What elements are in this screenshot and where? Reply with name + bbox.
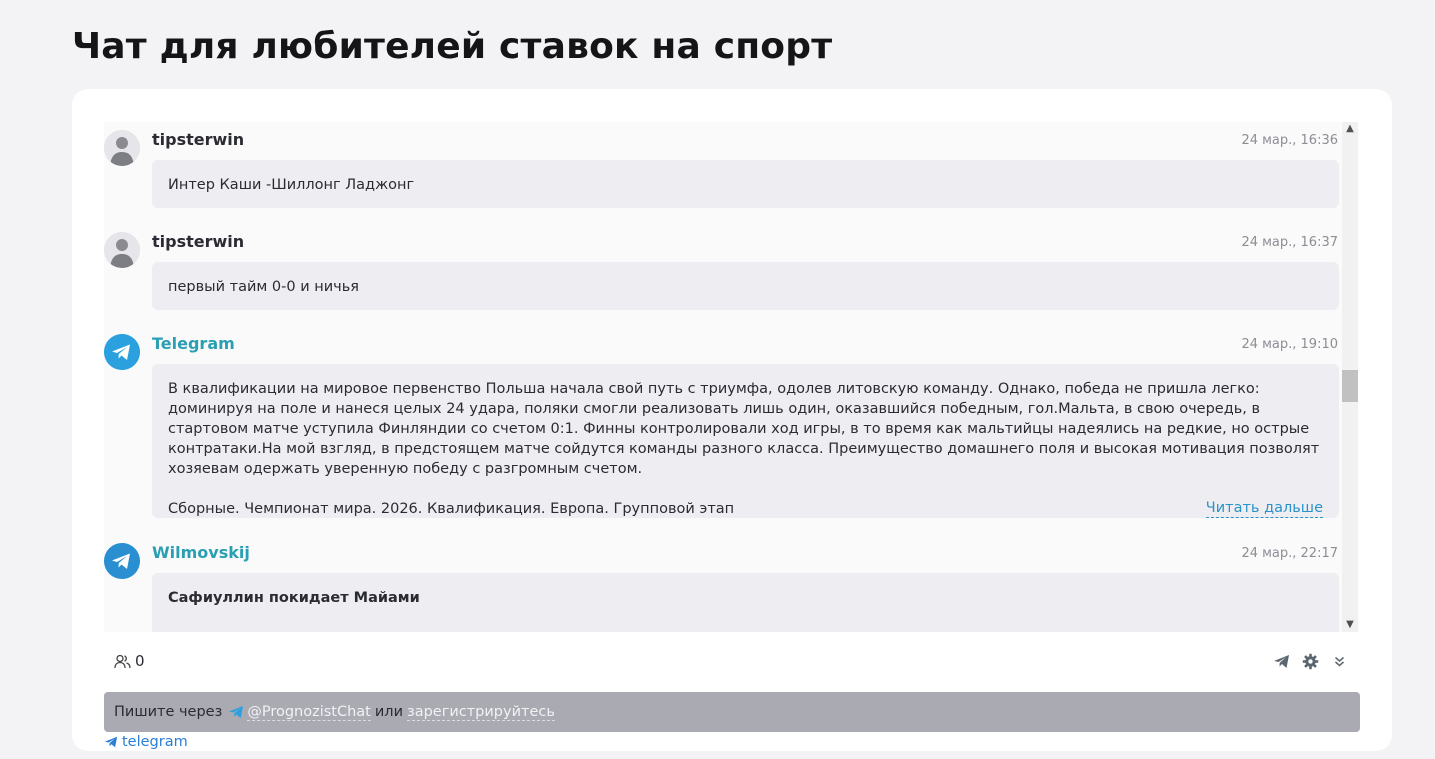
telegram-icon bbox=[104, 736, 118, 748]
telegram-footer-link[interactable]: telegram bbox=[104, 734, 188, 750]
message-time: 24 мар., 16:37 bbox=[1241, 235, 1338, 250]
compose-or: или bbox=[374, 704, 403, 720]
message-text: Интер Каши -Шиллонг Ладжонг bbox=[168, 177, 415, 193]
message-bubble: В квалификации на мировое первенство Пол… bbox=[152, 364, 1339, 518]
telegram-avatar-icon[interactable] bbox=[104, 543, 140, 579]
chevron-double-down-icon[interactable] bbox=[1331, 653, 1348, 670]
telegram-avatar-icon[interactable] bbox=[104, 334, 140, 370]
message-text: Сафиуллин покидает Майами bbox=[168, 590, 420, 606]
online-users[interactable]: 0 bbox=[114, 652, 145, 670]
page-title: Чат для любителей ставок на спорт bbox=[72, 26, 833, 67]
user-avatar[interactable] bbox=[104, 232, 140, 268]
message-bubble: Интер Каши -Шиллонг Ладжонг bbox=[152, 160, 1339, 208]
message-author[interactable]: Wilmovskij bbox=[152, 543, 250, 562]
message-author[interactable]: Telegram bbox=[152, 334, 235, 353]
chat-toolbar: 0 bbox=[104, 642, 1358, 682]
message-tags: Сборные. Чемпионат мира. 2026. Квалифика… bbox=[168, 501, 735, 517]
message-time: 24 мар., 22:17 bbox=[1241, 546, 1338, 561]
message-text: первый тайм 0-0 и ничья bbox=[168, 279, 359, 295]
telegram-footer-label: telegram bbox=[122, 734, 188, 750]
read-more-link[interactable]: Читать дальше bbox=[1205, 499, 1323, 518]
message-time: 24 мар., 16:36 bbox=[1241, 133, 1338, 148]
message-author[interactable]: tipsterwin bbox=[152, 232, 244, 251]
user-avatar[interactable] bbox=[104, 130, 140, 166]
scroll-up-arrow-icon[interactable]: ▲ bbox=[1342, 122, 1358, 136]
message-author[interactable]: tipsterwin bbox=[152, 130, 244, 149]
telegram-send-icon[interactable] bbox=[1273, 653, 1290, 670]
message-list[interactable]: tipsterwin 24 мар., 16:36 Интер Каши -Ши… bbox=[104, 122, 1358, 632]
chat-widget: tipsterwin 24 мар., 16:36 Интер Каши -Ши… bbox=[72, 89, 1392, 751]
compose-prefix: Пишите через bbox=[114, 704, 223, 720]
telegram-chat-link[interactable]: @PrognozistChat bbox=[247, 704, 371, 721]
scroll-thumb[interactable] bbox=[1342, 370, 1358, 402]
users-icon bbox=[114, 654, 131, 668]
register-link[interactable]: зарегистрируйтесь bbox=[407, 704, 555, 721]
compose-bar[interactable]: Пишите через @PrognozistChat или зарегис… bbox=[104, 692, 1360, 732]
message-text: В квалификации на мировое первенство Пол… bbox=[168, 381, 1320, 477]
telegram-icon bbox=[229, 706, 244, 718]
message-bubble: первый тайм 0-0 и ничья bbox=[152, 262, 1339, 310]
message-bubble: Сафиуллин покидает Майами bbox=[152, 573, 1339, 632]
online-users-count: 0 bbox=[135, 652, 145, 670]
message-time: 24 мар., 19:10 bbox=[1241, 337, 1338, 352]
message-list-scrollbar[interactable]: ▲ ▼ bbox=[1342, 122, 1358, 632]
scroll-down-arrow-icon[interactable]: ▼ bbox=[1342, 618, 1358, 632]
gear-icon[interactable] bbox=[1302, 653, 1319, 670]
